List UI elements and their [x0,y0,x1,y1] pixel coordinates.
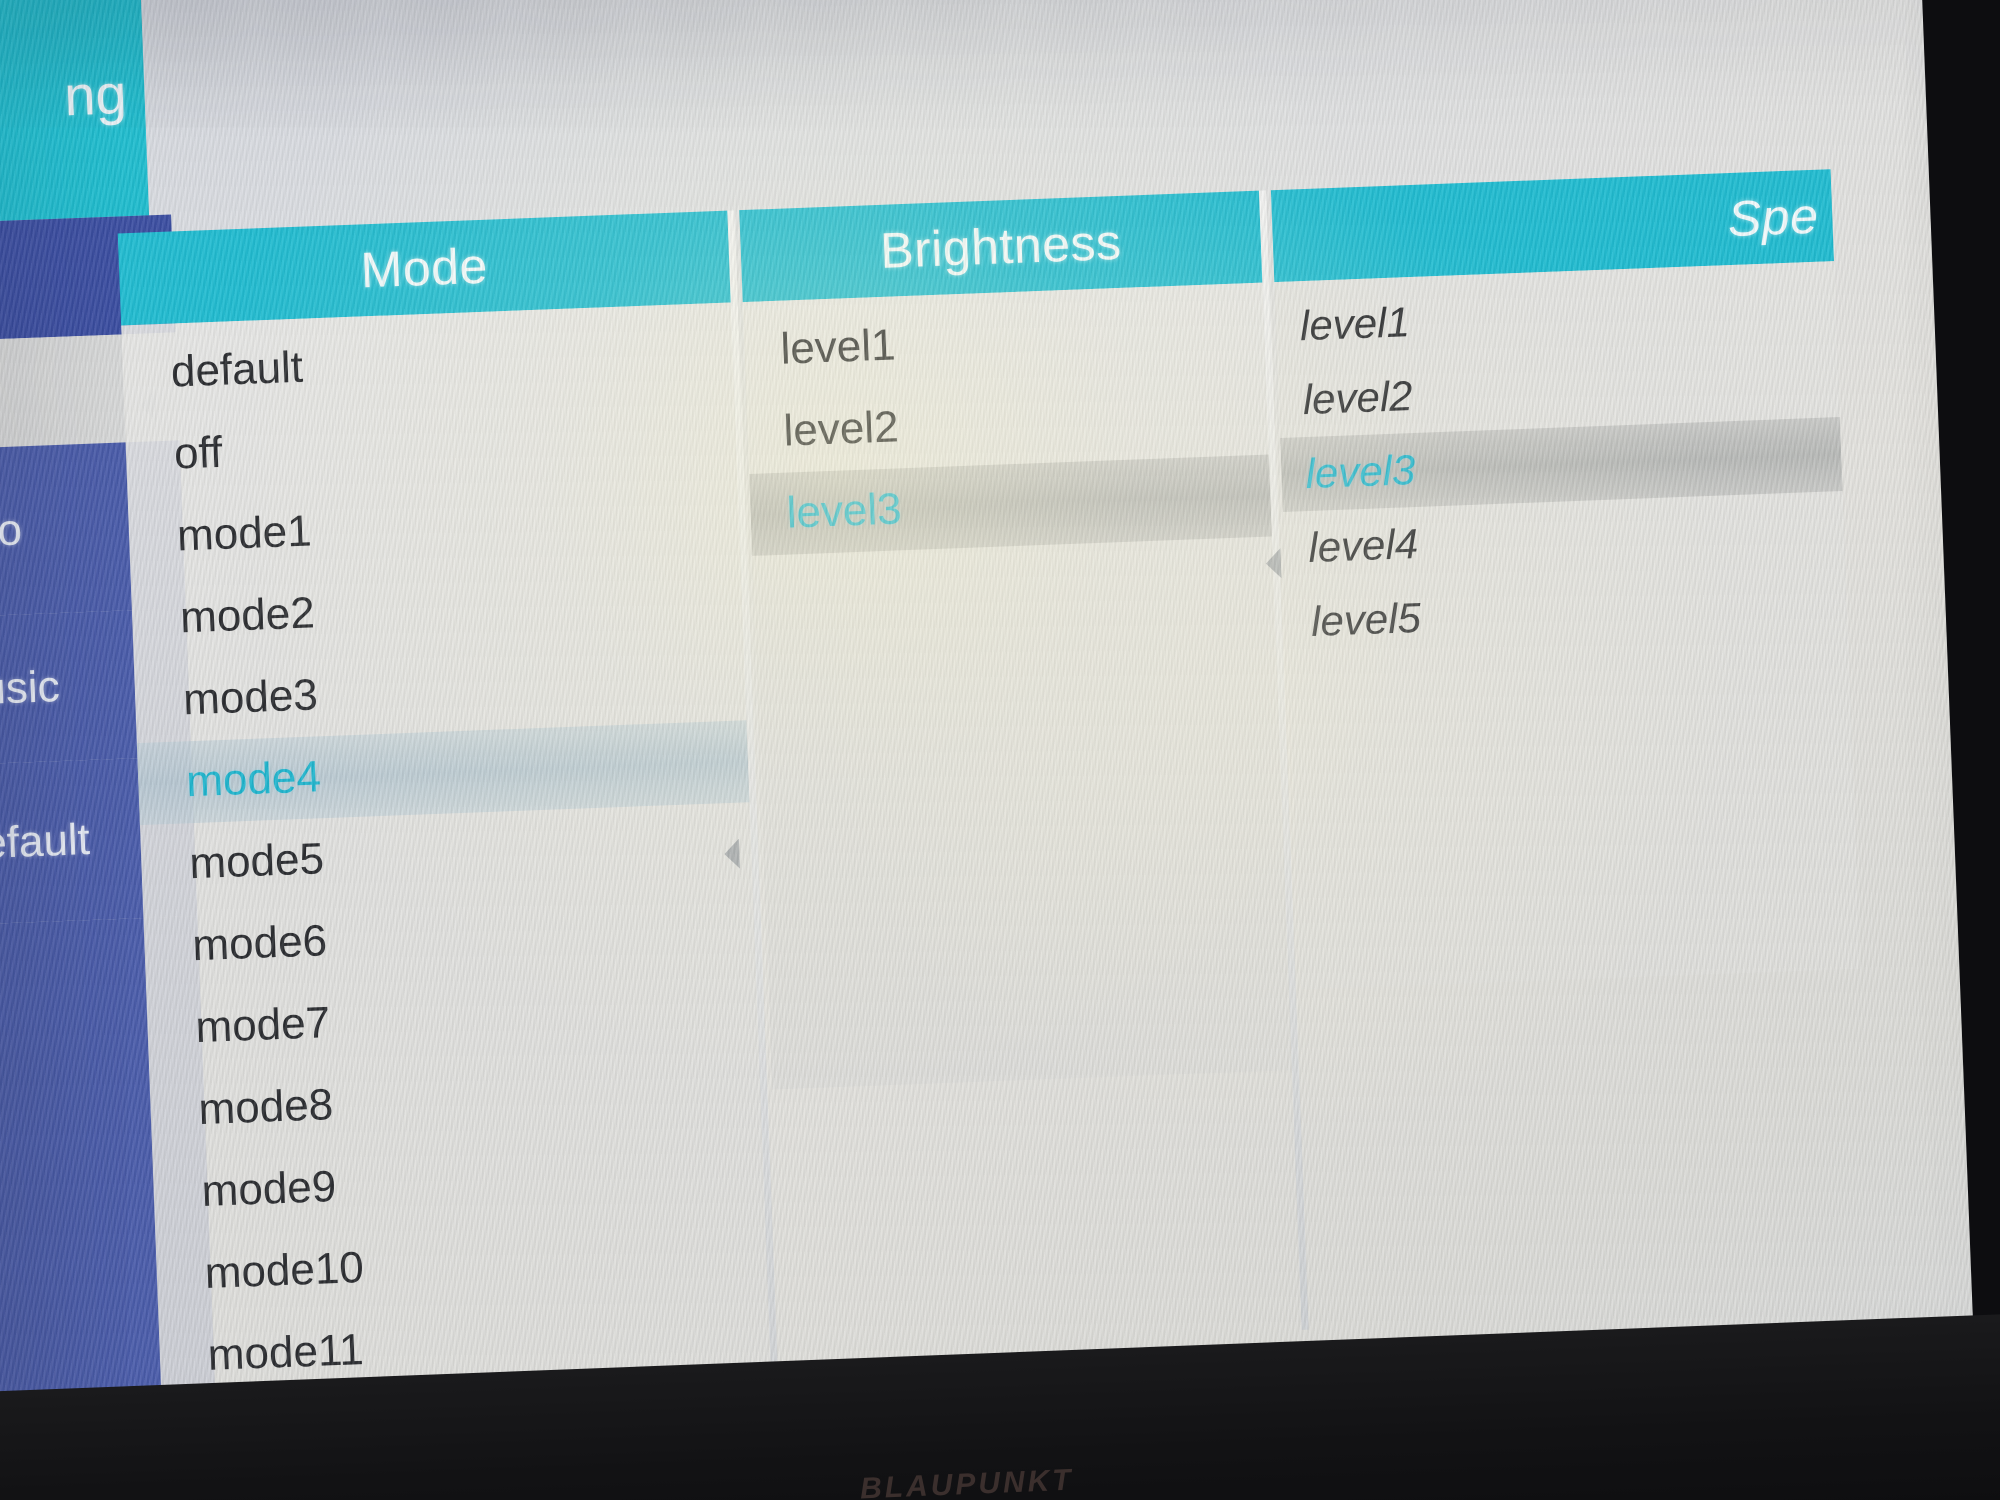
mode-selection-arrow-icon [723,838,740,870]
sidebar-item-label: ideo [0,505,23,558]
column-speed-list: level1 level2 level3 level4 level5 [1274,261,1861,990]
column-mode: Mode default off mode1 mode2 mode3 mode4… [117,210,779,1500]
speed-selection-arrow-icon [1265,548,1282,579]
column-mode-list: default off mode1 mode2 mode3 mode4 mode… [121,302,779,1500]
column-brightness-list: level1 level2 level3 [742,282,1292,1090]
sidebar-item-label: Music [0,662,61,716]
sidebar-item-label: Default [0,814,91,870]
tv-screen: ng ork ideo Music Default [0,0,2000,1500]
column-speed: Spe level1 level2 level3 level4 level5 [1270,169,1861,990]
tv-photo: ng ork ideo Music Default [0,0,2000,1500]
column-brightness: Brightness level1 level2 level3 [739,190,1292,1090]
sidebar-title: ng [0,0,150,224]
